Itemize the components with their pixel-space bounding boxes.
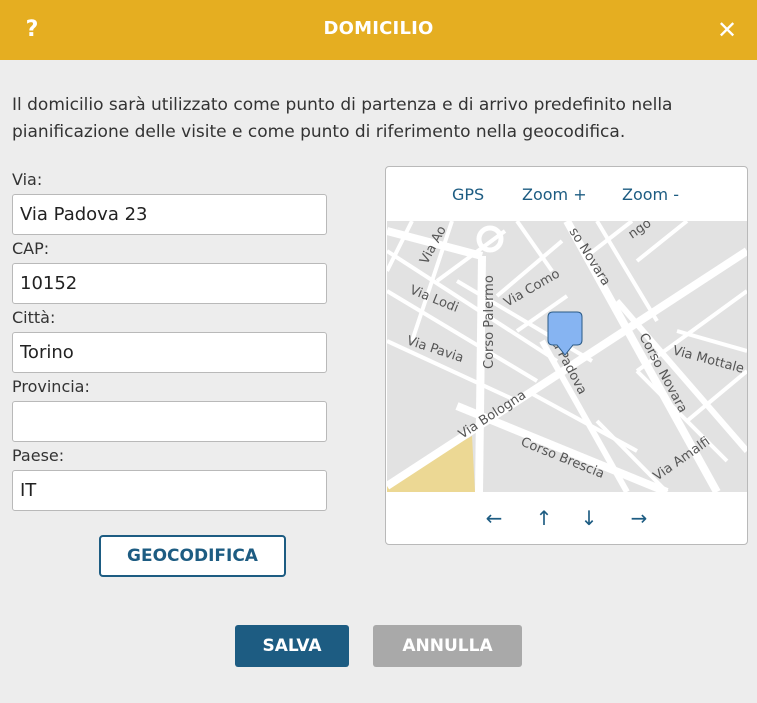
intro-text: Il domicilio sarà utilizzato come punto … — [12, 95, 673, 142]
pan-up-icon[interactable]: ↑ — [529, 505, 559, 531]
help-icon[interactable]: ? — [20, 14, 44, 46]
dialog-title: DOMICILIO — [323, 18, 434, 39]
street-label-corso-palermo: Corso Palermo — [482, 275, 497, 369]
cancel-button[interactable]: ANNULLA — [373, 625, 522, 667]
paese-input[interactable] — [12, 470, 327, 511]
cap-input[interactable] — [12, 263, 327, 304]
map-controls: GPS Zoom + Zoom - — [386, 167, 747, 221]
provincia-input[interactable] — [12, 401, 327, 442]
provincia-label: Provincia: — [12, 377, 90, 396]
via-input[interactable] — [12, 194, 327, 235]
map-panel: GPS Zoom + Zoom - Via Ao so Novara ngo V… — [385, 166, 748, 545]
close-icon[interactable]: ✕ — [715, 15, 739, 45]
save-button[interactable]: SALVA — [235, 625, 349, 667]
pan-down-icon[interactable]: ↓ — [574, 505, 604, 531]
gps-button[interactable]: GPS — [452, 183, 484, 207]
map-svg[interactable]: Via Ao so Novara ngo Via Lodi Via Como C… — [387, 221, 747, 492]
geocode-button[interactable]: GEOCODIFICA — [99, 535, 286, 577]
pan-left-icon[interactable]: ← — [479, 505, 509, 531]
citta-label: Città: — [12, 308, 56, 327]
dialog-header: DOMICILIO ? ✕ — [0, 0, 757, 60]
map-canvas[interactable]: Via Ao so Novara ngo Via Lodi Via Como C… — [387, 221, 747, 492]
pan-right-icon[interactable]: → — [624, 505, 654, 531]
zoom-in-button[interactable]: Zoom + — [522, 183, 587, 207]
citta-input[interactable] — [12, 332, 327, 373]
cap-label: CAP: — [12, 239, 50, 258]
zoom-out-button[interactable]: Zoom - — [622, 183, 679, 207]
via-label: Via: — [12, 170, 43, 189]
paese-label: Paese: — [12, 446, 65, 465]
